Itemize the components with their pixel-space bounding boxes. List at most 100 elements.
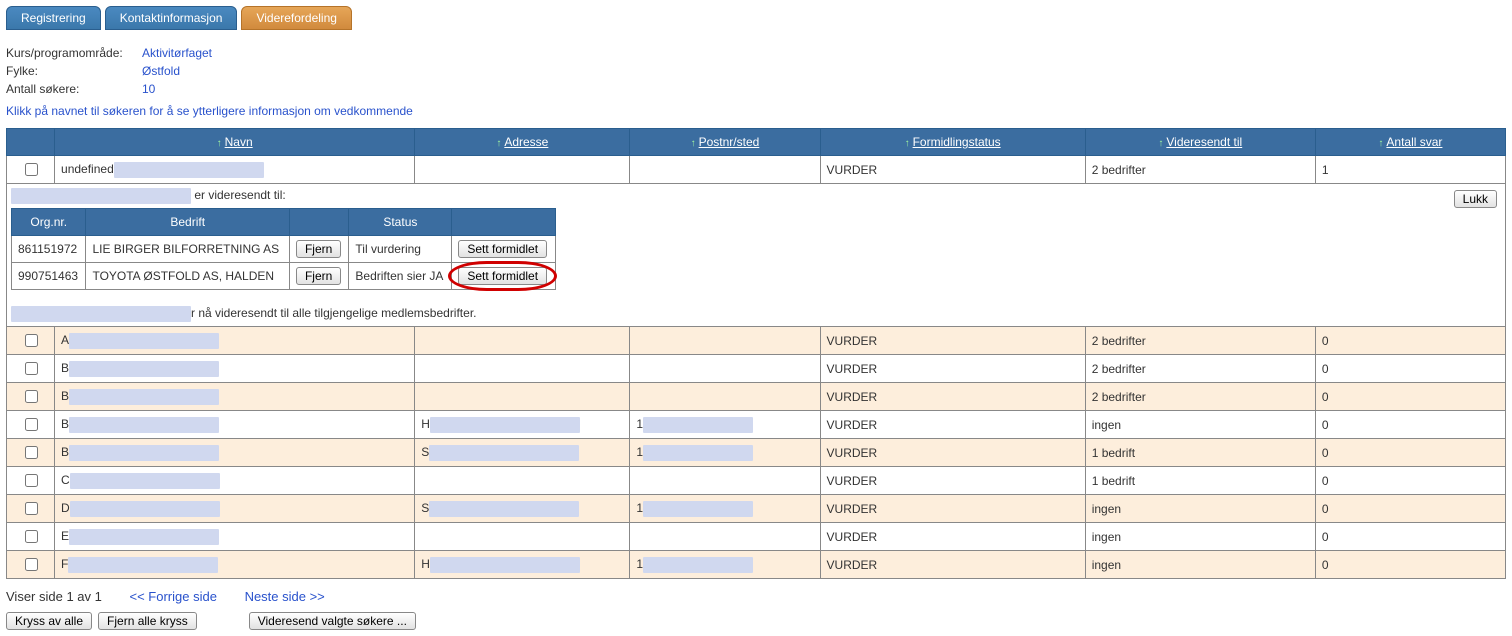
row-checkbox[interactable] — [25, 502, 38, 515]
fjern-button[interactable]: Fjern — [296, 267, 341, 285]
header-formidling[interactable]: ↑Formidlingstatus — [820, 129, 1085, 156]
formidlingstatus: VURDER — [820, 156, 1085, 184]
navn-initial: E — [61, 529, 69, 543]
row-checkbox[interactable] — [25, 474, 38, 487]
row-checkbox[interactable] — [25, 558, 38, 571]
videresendt-til: ingen — [1085, 523, 1315, 551]
sett-formidlet-button[interactable]: Sett formidlet — [458, 240, 547, 258]
antall-svar: 0 — [1315, 383, 1505, 411]
formidlingstatus: VURDER — [820, 383, 1085, 411]
inner-status: Til vurdering — [349, 236, 452, 263]
inner-row: 990751463TOYOTA ØSTFOLD AS, HALDEN Fjern B… — [12, 263, 556, 290]
row-checkbox[interactable] — [25, 362, 38, 375]
table-row: FH1VURDERingen0 — [7, 551, 1506, 579]
adresse-initial: H — [421, 557, 430, 571]
postnr-initial: 1 — [636, 417, 643, 431]
fylke-value[interactable]: Østfold — [142, 62, 180, 80]
navn-initial: B — [61, 417, 69, 431]
fylke-label: Fylke: — [6, 62, 136, 80]
sort-icon: ↑ — [691, 138, 696, 149]
antall-svar: 0 — [1315, 551, 1505, 579]
inner-th-sett — [452, 209, 556, 236]
pager: Viser side 1 av 1 << Forrige side Neste … — [6, 589, 1506, 604]
formidlingstatus: VURDER — [820, 327, 1085, 355]
fjern-button[interactable]: Fjern — [296, 240, 341, 258]
table-row: BVURDER2 bedrifter0 — [7, 383, 1506, 411]
inner-status: Bedriften sier JA — [349, 263, 452, 290]
inner-row: 861151972LIE BIRGER BILFORRETNING ASFjer… — [12, 236, 556, 263]
navn-initial: C — [61, 473, 70, 487]
expand-note: r nå videresendt til alle tilgjengelige … — [11, 306, 1501, 322]
antall-svar: 0 — [1315, 327, 1505, 355]
header-videresendt[interactable]: ↑Videresendt til — [1085, 129, 1315, 156]
table-row: BVURDER2 bedrifter0 — [7, 355, 1506, 383]
tab-viderefordeling[interactable]: Viderefordeling — [241, 6, 352, 30]
antall-svar: 0 — [1315, 523, 1505, 551]
sort-icon: ↑ — [496, 138, 501, 149]
formidlingstatus: VURDER — [820, 355, 1085, 383]
videresendt-til: ingen — [1085, 551, 1315, 579]
videresendt-til: 1 bedrift — [1085, 439, 1315, 467]
kurs-label: Kurs/programområde: — [6, 44, 136, 62]
pager-current: Viser side 1 av 1 — [6, 589, 102, 604]
antall-svar: 1 — [1315, 156, 1505, 184]
videresend-button[interactable]: Videresend valgte søkere ... — [249, 612, 416, 630]
inner-table: Org.nr.BedriftStatus861151972LIE BIRGER … — [11, 208, 556, 290]
videresendt-til: 2 bedrifter — [1085, 327, 1315, 355]
row-checkbox[interactable] — [25, 446, 38, 459]
table-row: CVURDER1 bedrift0 — [7, 467, 1506, 495]
sort-icon: ↑ — [1378, 138, 1383, 149]
header-postnr[interactable]: ↑Postnr/sted — [630, 129, 820, 156]
inner-th-status: Status — [349, 209, 452, 236]
header-adresse[interactable]: ↑Adresse — [415, 129, 630, 156]
tab-registrering[interactable]: Registrering — [6, 6, 101, 30]
antall-svar: 0 — [1315, 439, 1505, 467]
adresse-initial: S — [421, 501, 429, 515]
header-svar[interactable]: ↑Antall svar — [1315, 129, 1505, 156]
row-checkbox[interactable] — [25, 530, 38, 543]
pager-prev[interactable]: << Forrige side — [130, 589, 217, 604]
help-text: Klikk på navnet til søkeren for å se ytt… — [6, 104, 1506, 118]
header-navn[interactable]: ↑Navn — [55, 129, 415, 156]
adresse-initial: H — [421, 417, 430, 431]
antall-svar: 0 — [1315, 495, 1505, 523]
row-checkbox[interactable] — [25, 418, 38, 431]
applicant-table: ↑Navn ↑Adresse ↑Postnr/sted ↑Formidlings… — [6, 128, 1506, 579]
antall-value[interactable]: 10 — [142, 80, 155, 98]
orgnr: 990751463 — [12, 263, 86, 290]
deselect-all-button[interactable]: Fjern alle kryss — [98, 612, 197, 630]
formidlingstatus: VURDER — [820, 523, 1085, 551]
videresendt-til: 2 bedrifter — [1085, 156, 1315, 184]
navn-initial: F — [61, 557, 68, 571]
navn-initial: A — [61, 333, 69, 347]
inner-th-fjern — [289, 209, 348, 236]
antall-svar: 0 — [1315, 467, 1505, 495]
videresendt-til: 2 bedrifter — [1085, 355, 1315, 383]
videresendt-til: ingen — [1085, 411, 1315, 439]
videresendt-til: ingen — [1085, 495, 1315, 523]
orgnr: 861151972 — [12, 236, 86, 263]
navn-initial: B — [61, 361, 69, 375]
tab-kontaktinformasjon[interactable]: Kontaktinformasjon — [105, 6, 238, 30]
row-checkbox[interactable] — [25, 334, 38, 347]
sett-formidlet-button[interactable]: Sett formidlet — [458, 267, 547, 285]
kurs-value[interactable]: Aktivitørfaget — [142, 44, 212, 62]
select-all-button[interactable]: Kryss av alle — [6, 612, 92, 630]
navn-initial: B — [61, 445, 69, 459]
bedrift-name: TOYOTA ØSTFOLD AS, HALDEN — [86, 263, 290, 290]
postnr-initial: 1 — [636, 445, 643, 459]
header-check — [7, 129, 55, 156]
adresse-initial: S — [421, 445, 429, 459]
formidlingstatus: VURDER — [820, 551, 1085, 579]
navn-initial: undefined — [61, 162, 114, 176]
videresendt-til: 1 bedrift — [1085, 467, 1315, 495]
table-row: DS1VURDERingen0 — [7, 495, 1506, 523]
table-row: E VURDERingen0 — [7, 523, 1506, 551]
row-checkbox[interactable] — [25, 163, 38, 176]
formidlingstatus: VURDER — [820, 439, 1085, 467]
videresendt-til: 2 bedrifter — [1085, 383, 1315, 411]
pager-next[interactable]: Neste side >> — [245, 589, 325, 604]
row-checkbox[interactable] — [25, 390, 38, 403]
lukk-button[interactable]: Lukk — [1454, 190, 1497, 208]
expand-heading: er videresendt til: — [11, 188, 1501, 204]
